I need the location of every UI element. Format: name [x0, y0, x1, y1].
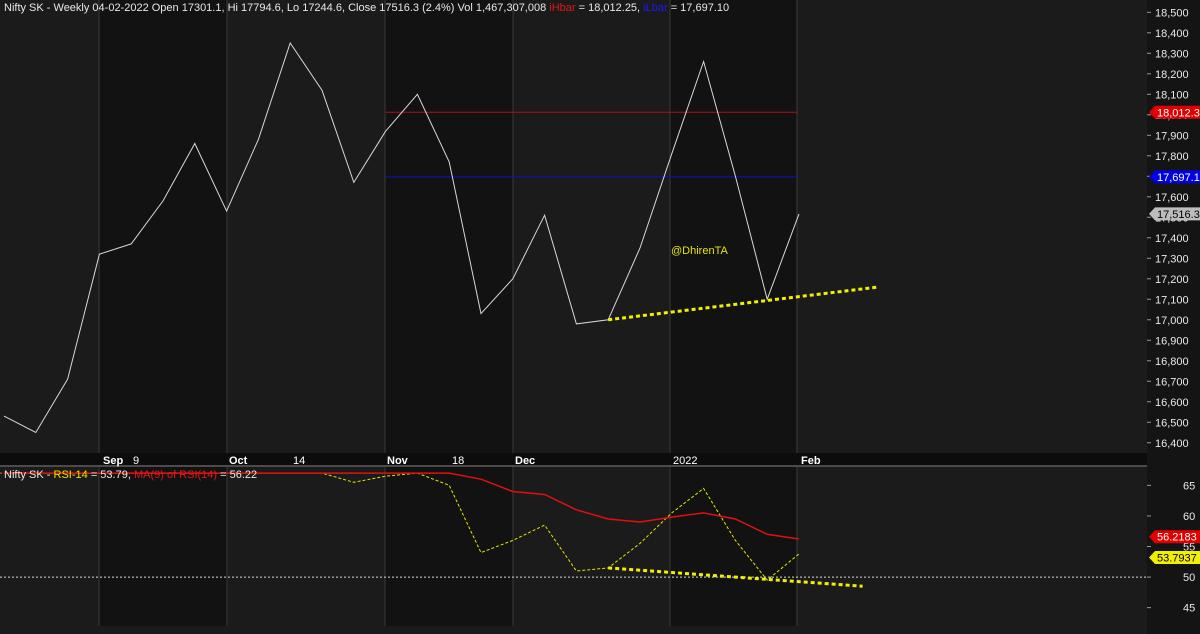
x-tick-label-2: Oct: [229, 455, 248, 467]
price-info: Nifty SK - Weekly 04-02-2022 Open 17301.…: [4, 2, 547, 14]
rsi-month-band-0: [0, 467, 99, 626]
x-tick-label-8: Feb: [801, 455, 821, 467]
watermark: @DhirenTA: [671, 245, 728, 257]
hbar-price-tag-text: 18,012.3: [1157, 107, 1200, 119]
ma-value: = 56.22: [217, 469, 258, 481]
month-band-0: [0, 0, 99, 453]
rsi-tick-label-3: 60: [1183, 511, 1195, 523]
rsi-value-tag-text: 53.7937: [1157, 553, 1197, 565]
rsi-header: Nifty SK - RSI-14 = 53.79, MA(9) of RSI(…: [4, 469, 257, 481]
price-tick-label-2: 16,600: [1155, 397, 1189, 409]
rsi-ma-tag: 56.2183: [1149, 530, 1200, 544]
rsi-tick-label-0: 45: [1183, 603, 1195, 615]
month-band-6: [797, 0, 1147, 453]
x-tick-label-0: Sep: [103, 455, 123, 467]
rsi-month-band-5: [670, 467, 797, 626]
month-band-3: [385, 0, 513, 453]
x-axis-strip: [0, 453, 1147, 467]
chart-canvas[interactable]: Sep 9 Oct 14 Nov 18 Dec 2022 Feb 16,400 16,500 16,6…: [0, 0, 1200, 634]
price-tick-label-21: 18,500: [1155, 7, 1189, 19]
hbar-label: iHbar: [549, 2, 576, 14]
price-tick-label-10: 17,400: [1155, 233, 1189, 245]
lbar-price-tag-text: 17,697.1: [1157, 172, 1200, 184]
hbar-price-tag: 18,012.3: [1149, 105, 1200, 119]
price-tick-label-12: 17,600: [1155, 192, 1189, 204]
month-band-2: [227, 0, 385, 453]
last-price-tag-text: 17,516.3: [1157, 209, 1200, 221]
price-tick-label-20: 18,400: [1155, 28, 1189, 40]
month-band-5: [670, 0, 797, 453]
rsi-value-tag: 53.7937: [1149, 551, 1200, 565]
price-tick-label-7: 17,100: [1155, 294, 1189, 306]
chart-root: Sep 9 Oct 14 Nov 18 Dec 2022 Feb 16,400 16,500 16,6…: [0, 0, 1200, 634]
month-band-1: [99, 0, 227, 453]
price-tick-label-18: 18,200: [1155, 69, 1189, 81]
rsi-value: = 53.79,: [87, 469, 134, 481]
lbar-value: = 17,697.10: [667, 2, 730, 14]
rsi-label: RSI-14: [53, 469, 88, 481]
price-tick-label-1: 16,500: [1155, 417, 1189, 429]
price-header: Nifty SK - Weekly 04-02-2022 Open 17301.…: [4, 2, 729, 14]
rsi-month-band-6: [797, 467, 1147, 626]
price-tick-label-19: 18,300: [1155, 48, 1189, 60]
price-tick-label-3: 16,700: [1155, 376, 1189, 388]
rsi-month-band-3: [385, 467, 513, 626]
rsi-ma-tag-text: 56.2183: [1157, 532, 1197, 544]
x-tick-label-7: 2022: [673, 455, 697, 467]
x-tick-label-5: 18: [452, 455, 464, 467]
lbar-label: iLbar: [643, 2, 668, 14]
price-tick-label-6: 17,000: [1155, 315, 1189, 327]
rsi-tick-label-4: 65: [1183, 480, 1195, 492]
rsi-tick-label-1: 50: [1183, 572, 1195, 584]
x-tick-label-1: 9: [133, 455, 139, 467]
price-tick-label-5: 16,900: [1155, 335, 1189, 347]
price-tick-label-4: 16,800: [1155, 356, 1189, 368]
month-band-4: [513, 0, 670, 453]
rsi-prefix: Nifty SK -: [4, 469, 54, 481]
rsi-month-band-1: [99, 467, 227, 626]
ma-label: MA(9) of RSI(14): [133, 469, 218, 481]
x-tick-label-4: Nov: [387, 455, 409, 467]
x-tick-label-6: Dec: [515, 455, 535, 467]
price-tick-label-14: 17,800: [1155, 151, 1189, 163]
price-tick-label-15: 17,900: [1155, 130, 1189, 142]
last-price-tag: 17,516.3: [1149, 207, 1200, 221]
price-tick-label-17: 18,100: [1155, 89, 1189, 101]
x-tick-label-3: 14: [293, 455, 305, 467]
price-tick-label-8: 17,200: [1155, 274, 1189, 286]
price-tick-label-0: 16,400: [1155, 438, 1189, 450]
lbar-price-tag: 17,697.1: [1149, 170, 1200, 184]
hbar-value: = 18,012.25,: [575, 2, 644, 14]
rsi-month-band-2: [227, 467, 385, 626]
rsi-month-band-4: [513, 467, 670, 626]
price-tick-label-9: 17,300: [1155, 253, 1189, 265]
